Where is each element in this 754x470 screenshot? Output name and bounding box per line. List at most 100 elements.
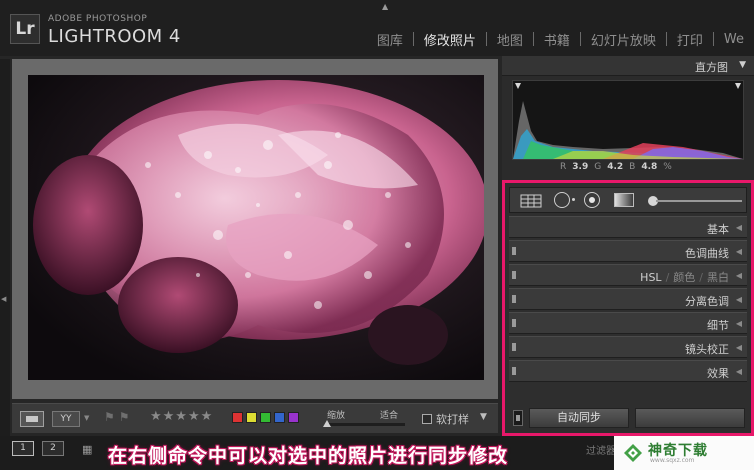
- crop-overlay-icon[interactable]: [520, 193, 542, 208]
- module-web[interactable]: We: [714, 32, 754, 47]
- histogram-collapse-icon[interactable]: ▼: [739, 60, 746, 70]
- zoom-slider[interactable]: [327, 423, 405, 426]
- section-basic[interactable]: 基本 ◀: [509, 216, 747, 238]
- histogram: [512, 80, 744, 160]
- blue-value: 4.8: [641, 162, 658, 172]
- red-label: R: [560, 162, 567, 172]
- blue-label: B: [629, 162, 636, 172]
- panel-switch-icon[interactable]: [512, 367, 516, 375]
- section-label: 镜头校正: [685, 343, 729, 356]
- tool-strip: [509, 187, 747, 213]
- expand-triangle-icon: ◀: [735, 367, 742, 376]
- auto-sync-button[interactable]: 自动同步: [529, 408, 629, 428]
- percent-unit: %: [663, 162, 672, 172]
- color-label-swatch[interactable]: [260, 412, 271, 423]
- toolbar-options-caret-icon[interactable]: ▼: [480, 412, 487, 422]
- rose-photo: [28, 75, 484, 380]
- section-label: HSL / 颜色 / 黑白: [640, 271, 729, 284]
- section-label: 分离色调: [685, 295, 729, 308]
- panel-switch-icon[interactable]: [512, 343, 516, 351]
- soft-proofing-checkbox[interactable]: [422, 414, 432, 424]
- section-tone-curve[interactable]: 色调曲线 ◀: [509, 240, 747, 262]
- color-labels: [232, 412, 299, 423]
- graduated-filter-icon[interactable]: [614, 193, 634, 207]
- filter-label[interactable]: 过滤器: [586, 442, 616, 457]
- panel-switch-icon[interactable]: [512, 271, 516, 279]
- site-watermark: 神奇下载 www.sqxz.com: [614, 436, 754, 470]
- panel-switch-icon[interactable]: [512, 247, 516, 255]
- expand-triangle-icon: ◀: [735, 295, 742, 304]
- right-panel: 直方图 ▼ R 3.9 G 4.2 B 4.8 % 基本 ◀ 色调曲线 ◀ HS…: [502, 56, 754, 436]
- expand-triangle-icon: ◀: [735, 343, 742, 352]
- section-label: 色调曲线: [685, 247, 729, 260]
- develop-settings-panel: 基本 ◀ 色调曲线 ◀ HSL / 颜色 / 黑白 ◀ 分离色调 ◀ 细节 ◀ 镜头校正…: [502, 180, 754, 436]
- module-slideshow[interactable]: 幻灯片放映: [581, 30, 666, 49]
- expand-triangle-icon: ◀: [735, 247, 742, 256]
- before-after-caret-icon[interactable]: ▼: [84, 414, 89, 422]
- histogram-title: 直方图: [695, 61, 728, 74]
- sync-toggle-switch[interactable]: [513, 410, 523, 426]
- reset-button[interactable]: [635, 408, 745, 428]
- color-label-swatch[interactable]: [288, 412, 299, 423]
- left-panel-toggle-icon[interactable]: ◀: [1, 295, 6, 303]
- filmstrip-bar: 1 2 ▦ 过滤器 在右侧命令中可以对选中的照片进行同步修改 神奇下载 www.…: [0, 436, 754, 470]
- hsl-tab[interactable]: HSL: [640, 271, 661, 284]
- tutorial-caption: 在右侧命令中可以对选中的照片进行同步修改: [108, 445, 509, 467]
- section-detail[interactable]: 细节 ◀: [509, 312, 747, 334]
- before-after-button[interactable]: YY: [52, 411, 80, 427]
- spot-removal-dot-icon: [572, 198, 575, 201]
- develop-toolbar: YY ▼ ⚑⚑ ★★★★★ 缩放 适合 软打样 ▼: [12, 403, 498, 433]
- expand-triangle-icon: ◀: [735, 319, 742, 328]
- sync-row: 自动同步: [509, 407, 747, 431]
- module-develop[interactable]: 修改照片: [414, 30, 486, 49]
- brand-title: LIGHTROOM 4: [48, 26, 181, 47]
- lightroom-logo: Lr: [10, 14, 40, 44]
- zoom-slider-thumb[interactable]: [323, 420, 331, 427]
- brand-subtitle: ADOBE PHOTOSHOP: [48, 14, 148, 24]
- highlight-clipping-icon: [735, 83, 741, 89]
- green-value: 4.2: [607, 162, 624, 172]
- top-panel-toggle-icon[interactable]: ▲: [382, 2, 388, 11]
- grid-view-icon[interactable]: ▦: [82, 443, 92, 456]
- red-value: 3.9: [572, 162, 589, 172]
- section-label: 基本: [707, 223, 729, 236]
- module-library[interactable]: 图库: [367, 30, 413, 49]
- color-label-swatch[interactable]: [232, 412, 243, 423]
- star-rating[interactable]: ★★★★★: [150, 409, 213, 424]
- red-eye-icon[interactable]: [584, 192, 600, 208]
- section-label: 细节: [707, 319, 729, 332]
- expand-triangle-icon: ◀: [735, 223, 742, 232]
- primary-window-button[interactable]: 1: [12, 441, 34, 456]
- section-lens-corrections[interactable]: 镜头校正 ◀: [509, 336, 747, 358]
- expand-triangle-icon: ◀: [735, 271, 742, 280]
- bw-tab[interactable]: 黑白: [707, 271, 729, 284]
- watermark-url: www.sqxz.com: [650, 457, 695, 464]
- histogram-graph: [513, 83, 743, 159]
- watermark-logo-icon: [624, 444, 642, 462]
- photo-preview[interactable]: [28, 75, 484, 380]
- histogram-readout: R 3.9 G 4.2 B 4.8 %: [560, 162, 672, 172]
- section-hsl[interactable]: HSL / 颜色 / 黑白 ◀: [509, 264, 747, 286]
- green-label: G: [594, 162, 602, 172]
- section-split-toning[interactable]: 分离色调 ◀: [509, 288, 747, 310]
- color-label-swatch[interactable]: [274, 412, 285, 423]
- flag-icons[interactable]: ⚑⚑: [104, 410, 134, 424]
- panel-switch-icon[interactable]: [512, 319, 516, 327]
- color-label-swatch[interactable]: [246, 412, 257, 423]
- fit-label: 适合: [380, 411, 399, 421]
- module-picker: 图库 修改照片 地图 书籍 幻灯片放映 打印 We: [367, 30, 754, 49]
- secondary-window-button[interactable]: 2: [42, 441, 64, 456]
- panel-switch-icon[interactable]: [512, 295, 516, 303]
- module-print[interactable]: 打印: [667, 30, 713, 49]
- app-header: Lr ADOBE PHOTOSHOP LIGHTROOM 4 ▲ 图库 修改照片…: [0, 0, 754, 56]
- section-effects[interactable]: 效果 ◀: [509, 360, 747, 382]
- left-panel-collapsed: ◀: [0, 59, 10, 439]
- histogram-header[interactable]: 直方图 ▼: [502, 56, 754, 76]
- module-map[interactable]: 地图: [487, 30, 533, 49]
- section-label: 效果: [707, 367, 729, 380]
- adjustment-brush-slider[interactable]: [656, 200, 742, 202]
- loupe-view-button[interactable]: [20, 411, 44, 427]
- spot-removal-icon[interactable]: [554, 192, 570, 208]
- color-tab[interactable]: 颜色: [673, 271, 695, 284]
- module-book[interactable]: 书籍: [534, 30, 580, 49]
